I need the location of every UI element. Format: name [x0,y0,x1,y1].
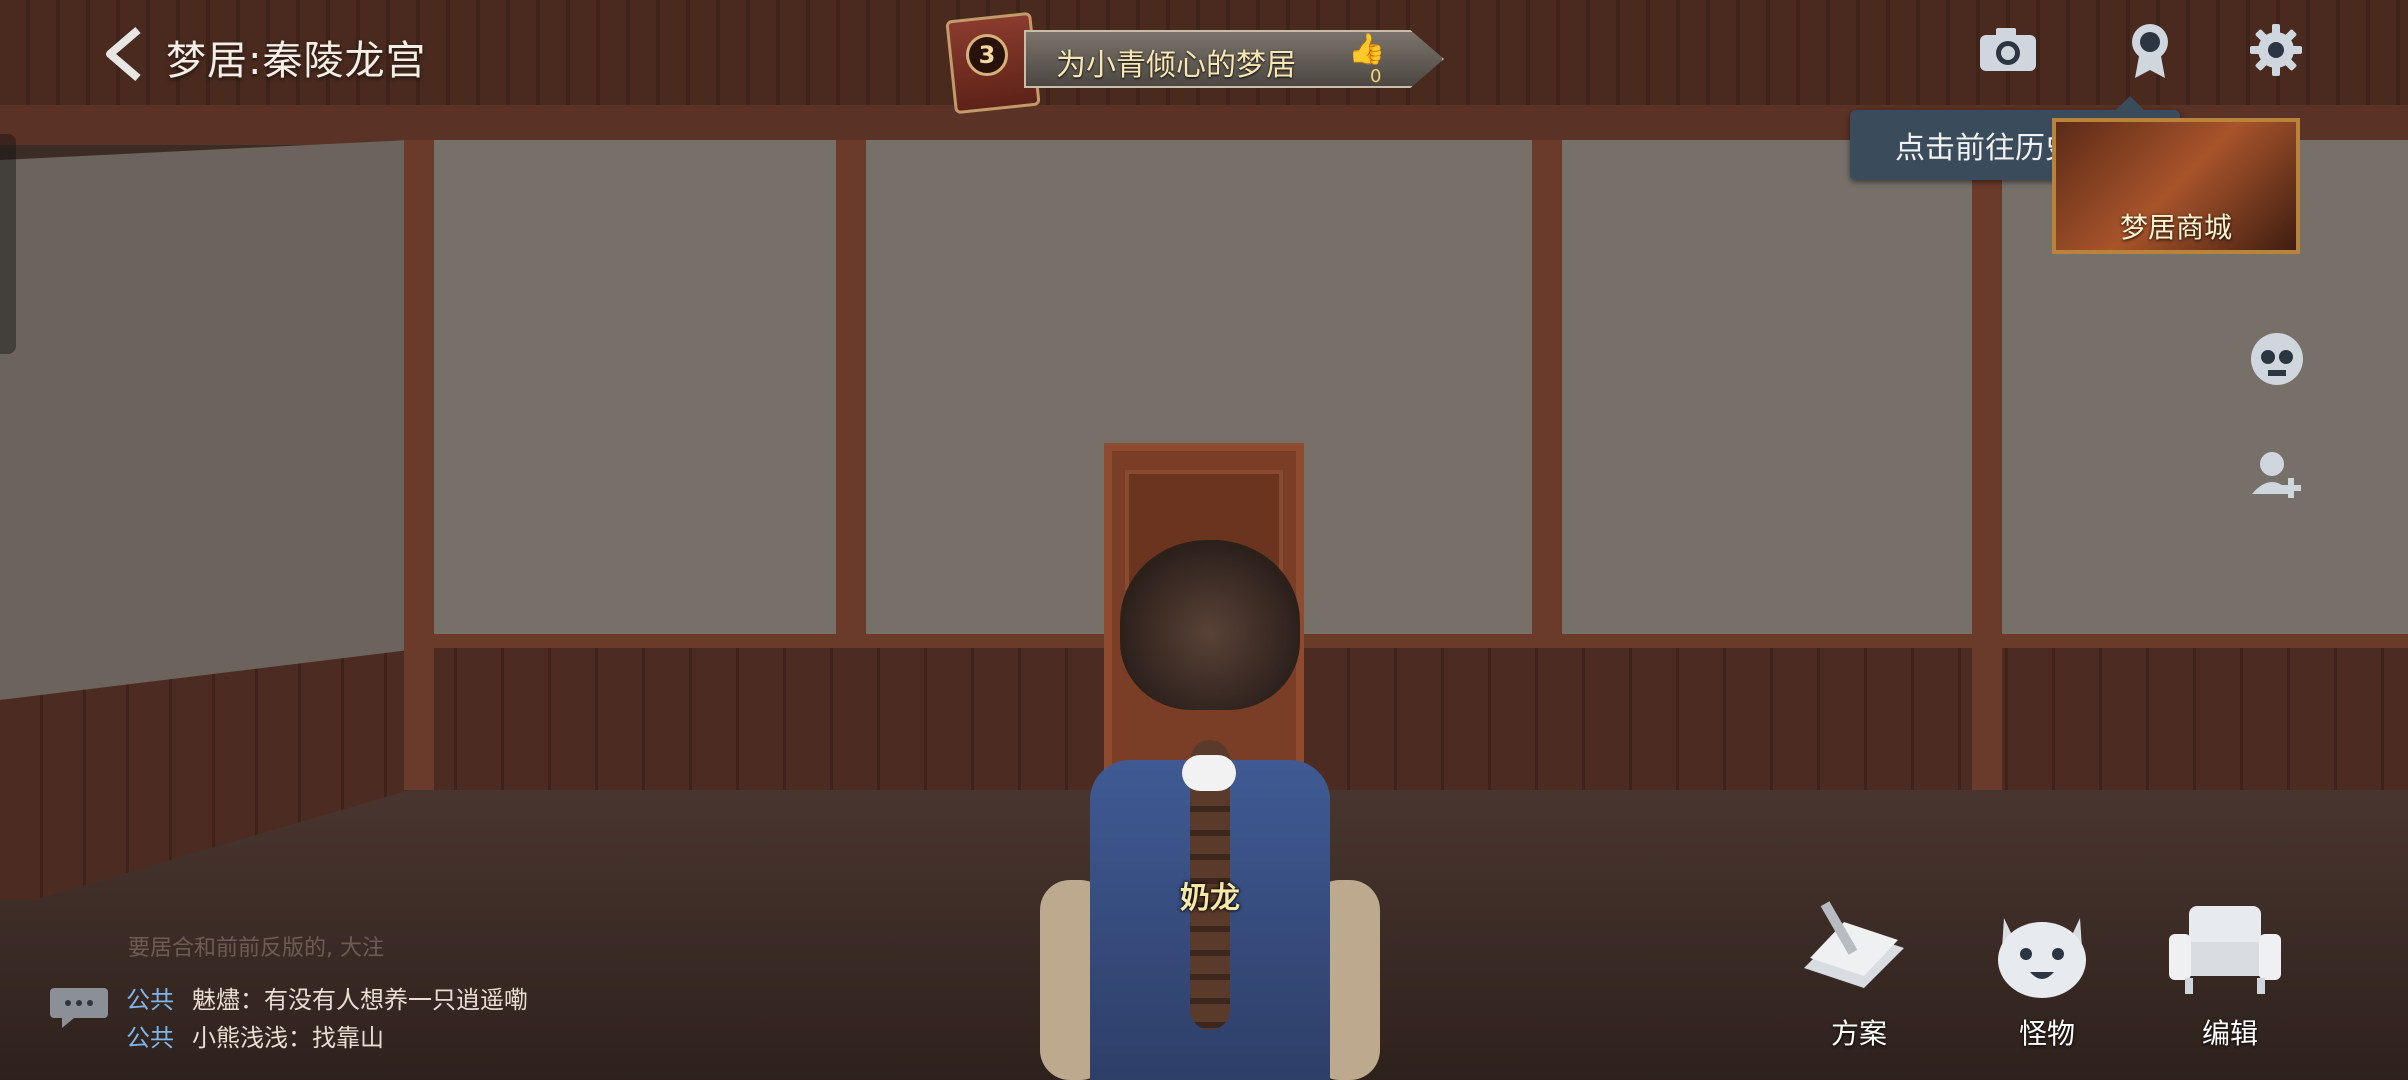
wooden-post [1972,140,2002,790]
banner-title: 为小青倾心的梦居 [1056,48,1296,83]
wooden-post [404,140,434,790]
character-name: 奶龙 [1180,881,1240,916]
plan-label: 方案 [1830,1017,1887,1050]
back-wainscot [410,640,2408,790]
armchair-icon [2169,906,2281,994]
level-badge: 3 [966,34,1008,76]
edit-label: 编辑 [2201,1017,2258,1050]
home-shop-button[interactable]: 梦居商城 [2052,118,2300,254]
chat-message[interactable]: 公共 魅燼：有没有人想养一只逍遥嘞 [126,980,528,1015]
monster-icon [1998,918,2086,998]
wooden-post [1532,140,1562,640]
hair-ornament [1182,755,1236,791]
monster-label: 怪物 [2018,1017,2075,1050]
chat-channel: 公共 [126,1024,174,1052]
chat-message[interactable]: 公共 小熊浅浅：找靠山 [126,1018,384,1053]
skull-icon[interactable] [2248,330,2306,388]
chat-text: 小熊浅浅：找靠山 [192,1024,384,1052]
chevron-left-icon [106,26,141,82]
add-friend-icon[interactable] [2248,444,2306,502]
chat-text: 魅燼：有没有人想养一只逍遥嘞 [192,986,528,1014]
chat-faded-line: 要居合和前前反版的, 大注 [128,936,384,961]
thumbs-up-icon[interactable]: 👍 [1348,32,1385,67]
monster-button[interactable]: 怪物 [1982,898,2112,1050]
gear-icon[interactable] [2246,20,2306,80]
shop-label: 梦居商城 [2119,211,2232,244]
player-character: 奶龙 [1040,540,1380,1080]
chat-channel: 公共 [126,986,174,1014]
plan-button[interactable]: 方案 [1794,898,1924,1050]
camera-icon[interactable] [1978,20,2038,80]
badge-icon[interactable] [2120,20,2180,80]
character-hair [1120,540,1300,710]
side-drawer-handle[interactable] [0,134,16,354]
blueprint-icon [1804,901,1904,988]
chat-bubble-icon[interactable] [50,982,108,1028]
like-count: 0 [1370,66,1382,87]
dream-home-banner[interactable]: 3 为小青倾心的梦居 👍 0 [945,11,1450,115]
wooden-post [836,140,866,640]
left-wall [0,140,410,700]
page-title: 梦居:秦陵龙宫 [166,38,427,84]
edit-button[interactable]: 编辑 [2165,898,2295,1050]
back-button[interactable] [96,24,156,84]
chair-rail [410,634,2408,648]
